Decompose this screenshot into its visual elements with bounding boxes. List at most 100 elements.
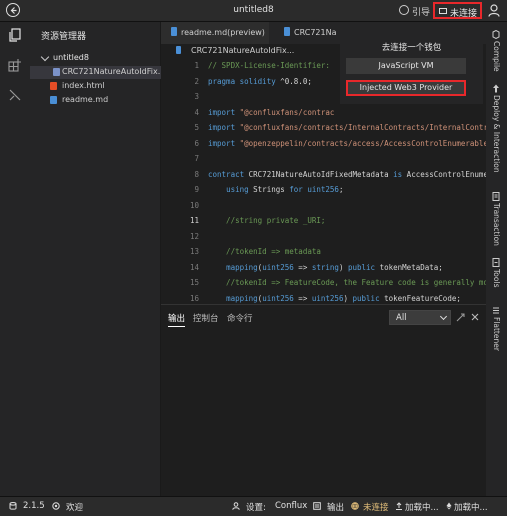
chevron-down-icon xyxy=(439,312,448,321)
code-line[interactable]: 5 import "@confluxfans/contracts/Internal… xyxy=(161,120,486,136)
tab-console[interactable]: 控制台 xyxy=(193,312,219,324)
files-icon[interactable] xyxy=(8,28,22,42)
code-text: //string private _URI; xyxy=(208,216,325,225)
guide-button[interactable]: 引导 xyxy=(412,5,430,18)
user-icon[interactable] xyxy=(488,4,500,17)
code-token: Strings xyxy=(248,185,290,194)
wallet-option-injected-web3[interactable]: Injected Web3 Provider xyxy=(346,80,466,96)
sidebar-tab-label: Deploy & Interaction xyxy=(492,95,501,173)
network-label[interactable]: Conflux xyxy=(275,501,307,511)
plugins-icon[interactable] xyxy=(8,58,22,72)
code-token: AccessControlEnume xyxy=(402,169,486,179)
tree-file-index-html[interactable]: index.html xyxy=(30,80,161,93)
code-token: //tokenId => FeatureCode, the Feature co… xyxy=(208,278,486,287)
tab-crc721[interactable]: CRC721Na xyxy=(271,22,351,44)
tab-terminal[interactable]: 命令行 xyxy=(227,312,253,324)
code-token: tokenMetaData; xyxy=(375,262,443,272)
code-token: mapping xyxy=(226,262,258,272)
connect-wallet-button[interactable]: 未连接 xyxy=(433,2,482,19)
code-token: => xyxy=(293,293,312,303)
version-label: 2.1.5 xyxy=(23,501,45,511)
line-number: 14 xyxy=(189,262,199,272)
line-number: 2 xyxy=(194,76,199,86)
code-text: mapping(uint256 => string) public tokenM… xyxy=(208,263,443,272)
sidebar-tab-deploy[interactable]: Deploy & Interaction xyxy=(488,84,505,194)
right-sidebar: Compile Deploy & Interaction Transaction… xyxy=(486,22,507,496)
code-token: pragma xyxy=(208,76,236,86)
code-line[interactable]: 7 xyxy=(161,151,486,167)
code-token: import xyxy=(208,138,236,148)
tree-item-label: readme.md xyxy=(62,95,109,104)
code-token: import xyxy=(208,107,236,117)
code-line[interactable]: 9 using Strings for uint256; xyxy=(161,182,486,198)
code-line[interactable]: 14 mapping(uint256 => string) public tok… xyxy=(161,260,486,276)
sidebar-tab-transaction[interactable]: Transaction xyxy=(488,192,505,250)
wallet-menu-heading: 去连接一个钱包 xyxy=(381,43,442,53)
output-filter-select[interactable]: All xyxy=(389,310,451,325)
globe-icon xyxy=(351,502,359,510)
code-text: contract CRC721NatureAutoIdFixedMetadata… xyxy=(208,170,486,179)
tree-file-readme[interactable]: readme.md xyxy=(30,94,161,107)
code-token: ^0.8.0; xyxy=(275,76,312,86)
code-token: uint256 xyxy=(262,293,294,303)
compile-icon xyxy=(492,30,500,39)
tree-folder-untitled8[interactable]: untitled8 xyxy=(30,52,161,65)
code-line[interactable]: 12 xyxy=(161,229,486,245)
code-token: contract xyxy=(208,169,245,179)
sidebar-tab-flattener[interactable]: Flattener xyxy=(488,306,505,364)
code-line[interactable]: 4 import "@confluxfans/contrac xyxy=(161,105,486,121)
file-explorer: 资源管理器 untitled8 CRC721NatureAutoIdFix...… xyxy=(30,22,165,496)
line-number: 5 xyxy=(194,123,199,132)
line-number: 13 xyxy=(189,247,199,256)
tab-label: readme.md(preview) xyxy=(181,28,265,37)
output-link[interactable]: 输出 xyxy=(327,501,344,513)
code-text: mapping(uint256 => uint256) public token… xyxy=(208,294,461,303)
code-text: // SPDX-License-Identifier: xyxy=(208,61,330,70)
line-number: 11 xyxy=(189,216,199,225)
code-line[interactable]: 10 xyxy=(161,198,486,214)
tab-readme-preview[interactable]: readme.md(preview) xyxy=(161,22,269,44)
welcome-icon xyxy=(52,502,60,510)
tab-output[interactable]: 输出 xyxy=(168,312,186,327)
code-line[interactable]: 13 //tokenId => metadata xyxy=(161,244,486,260)
code-token: mapping xyxy=(226,293,258,303)
code-token: public xyxy=(347,262,376,272)
code-token: tokenFeatureCode; xyxy=(379,293,461,303)
git-icon[interactable] xyxy=(8,88,22,102)
wallet-option-javascript-vm[interactable]: JavaScript VM xyxy=(346,58,466,74)
wallet-connect-menu: 去连接一个钱包 JavaScript VM Injected Web3 Prov… xyxy=(340,34,483,104)
code-token: ; xyxy=(338,185,344,194)
explorer-header: 资源管理器 xyxy=(41,32,87,42)
code-line[interactable]: 11 //string private _URI; xyxy=(161,213,486,229)
output-panel: 输出 控制台 命令行 All xyxy=(161,304,486,496)
sidebar-tab-label: Compile xyxy=(492,41,501,72)
line-number: 15 xyxy=(189,278,199,287)
code-line[interactable]: 6 import "@openzeppelin/contracts/access/… xyxy=(161,136,486,152)
connection-status[interactable]: 未连接 xyxy=(363,501,389,513)
close-icon[interactable] xyxy=(471,313,479,321)
person-settings-icon xyxy=(232,502,240,510)
sidebar-tab-tools[interactable]: Tools xyxy=(488,258,505,296)
tree-file-sol[interactable]: CRC721NatureAutoIdFix... xyxy=(30,66,165,79)
code-line[interactable]: 16 mapping(uint256 => uint256) public to… xyxy=(161,291,486,305)
code-text: using Strings for uint256; xyxy=(208,185,343,194)
loading-status-1: 加载中... xyxy=(405,503,439,513)
welcome-link[interactable]: 欢迎 xyxy=(66,501,83,513)
code-token: "@confluxfans/contrac xyxy=(239,107,335,117)
code-token: uint256 xyxy=(311,293,344,303)
line-number: 4 xyxy=(194,107,199,117)
activity-bar xyxy=(0,22,30,496)
question-icon[interactable] xyxy=(399,5,409,15)
code-line[interactable]: 8 contract CRC721NatureAutoIdFixedMetadat… xyxy=(161,167,486,183)
code-line[interactable]: 15 //tokenId => FeatureCode, the Feature… xyxy=(161,275,486,291)
code-token: ) xyxy=(338,262,348,272)
sidebar-tab-compile[interactable]: Compile xyxy=(488,30,505,78)
clear-output-icon[interactable] xyxy=(456,313,465,322)
code-token: public xyxy=(352,293,380,303)
line-number: 16 xyxy=(189,293,199,303)
settings-label[interactable]: 设置: xyxy=(246,501,266,513)
code-token: CRC721NatureAutoIdFixedMetadata xyxy=(244,169,394,179)
breadcrumb-file[interactable]: CRC721NatureAutoIdFix... xyxy=(191,46,294,55)
output-icon xyxy=(313,502,321,510)
line-number: 1 xyxy=(194,61,199,70)
